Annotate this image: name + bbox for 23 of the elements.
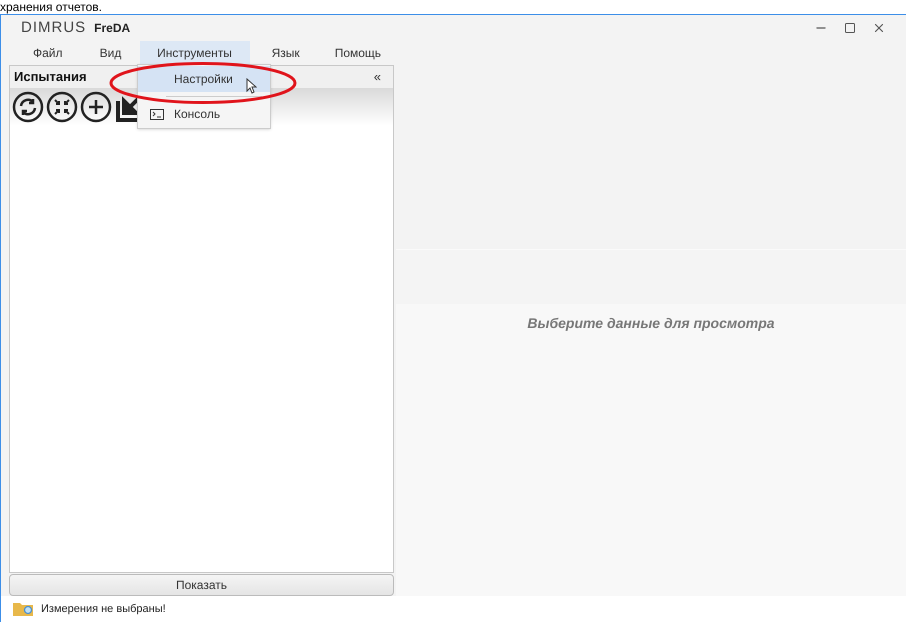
- menu-option[interactable]: Настройки: [138, 66, 270, 92]
- close-icon[interactable]: [872, 21, 886, 35]
- collapse-icon[interactable]: [46, 91, 78, 123]
- add-icon[interactable]: [80, 91, 112, 123]
- mouse-cursor-icon: [246, 78, 257, 94]
- window-title: FreDA: [94, 20, 130, 37]
- console-icon: [150, 108, 164, 120]
- app-logo: DIMRUS: [21, 18, 86, 38]
- menu-item[interactable]: Язык: [250, 41, 322, 65]
- folder-search-icon: [13, 602, 33, 616]
- menu-option[interactable]: Консоль: [138, 101, 270, 127]
- empty-view-message: Выберите данные для просмотра: [527, 314, 775, 331]
- status-text: Измерения не выбраны!: [41, 602, 166, 617]
- panel-title: Испытания: [14, 68, 87, 86]
- refresh-icon[interactable]: [12, 91, 44, 123]
- menu-item[interactable]: Вид: [81, 41, 140, 65]
- show-button[interactable]: Показать: [9, 574, 394, 596]
- document-text: хранения отчетов.: [0, 0, 102, 14]
- maximize-icon[interactable]: [844, 22, 856, 34]
- menu-item[interactable]: Инструменты: [140, 41, 250, 65]
- menu-item[interactable]: Помощь: [322, 41, 394, 65]
- collapse-button[interactable]: «: [374, 67, 381, 87]
- menu-item[interactable]: Файл: [14, 41, 82, 65]
